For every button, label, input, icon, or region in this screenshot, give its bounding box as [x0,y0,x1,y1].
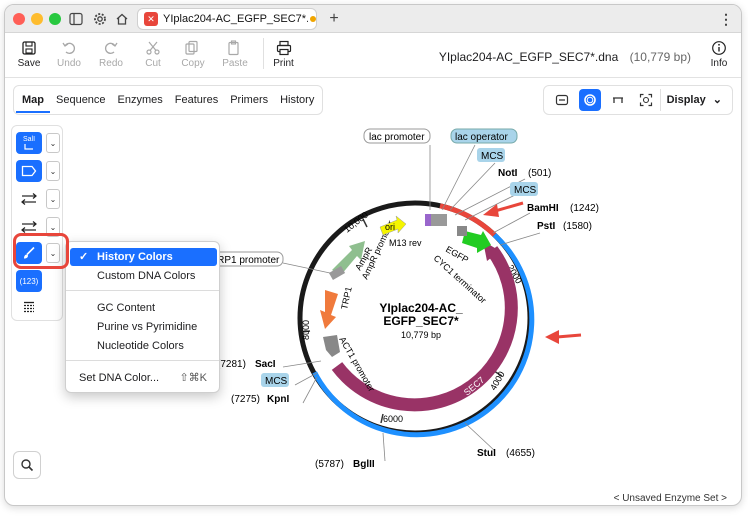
menu-item-nucleotide-colors[interactable]: Nucleotide Colors [70,337,217,355]
menu-item-gc-content[interactable]: GC Content [70,299,217,317]
menu-item-history-colors[interactable]: ✓ History Colors [70,248,217,266]
bglii-position: (5787) [315,459,344,470]
saci-label[interactable]: SacI [255,359,276,370]
annotation-arrow-right [545,330,582,344]
lac-operator-label: lac operator [455,132,508,143]
purine-pyrimidine-label: Purine vs Pyrimidine [97,321,198,333]
stui-position: (4655) [506,448,535,459]
set-dna-color-label: Set DNA Color... [79,372,160,384]
enzyme-set-status[interactable]: < Unsaved Enzyme Set > [614,493,727,504]
noti-position: (501) [528,168,551,179]
ori-label: ori [385,222,395,232]
tick-label-6000: 6000 [383,414,403,424]
menu-item-custom-dna-colors[interactable]: Custom DNA Colors [70,267,217,285]
menu-separator [66,290,219,291]
bamhi-position: (1242) [570,203,599,214]
custom-dna-colors-label: Custom DNA Colors [97,270,196,282]
bamhi-label[interactable]: BamHI [527,203,559,214]
trp1-label: TRP1 [339,286,354,311]
trp1-promoter-label: TRP1 promoter [211,255,280,266]
mcs-label-top: MCS [481,151,504,162]
lac-feature[interactable] [431,214,447,226]
noti-label[interactable]: NotI [498,168,518,179]
history-colors-label: History Colors [97,251,173,263]
mcs-label-mid: MCS [514,185,537,196]
app-window: ✕ YIplac204-AC_EGFP_SEC7*.dna + ⋮ Save U… [4,4,742,506]
nucleotide-colors-label: Nucleotide Colors [97,340,184,352]
lac-promoter-label: lac promoter [369,132,425,143]
mcs-label-left: MCS [265,376,288,387]
history-red-arc [439,203,497,237]
plasmid-name-line1: YIplac204-AC_ [379,301,463,315]
gc-content-label: GC Content [97,302,156,314]
act1-promoter-feature[interactable] [323,335,340,357]
menu-separator [66,360,219,361]
menu-item-purine-pyrimidine[interactable]: Purine vs Pyrimidine [70,318,217,336]
menu-item-set-dna-color[interactable]: Set DNA Color... ⇧⌘K [70,369,217,387]
plasmid-name-line2: EGFP_SEC7* [383,314,459,328]
plasmid-length: 10,779 bp [401,330,441,340]
kpni-position: (7275) [231,394,260,405]
saci-position: (7281) [217,359,246,370]
psti-label[interactable]: PstI [537,221,556,232]
dna-color-menu: ✓ History Colors Custom DNA Colors GC Co… [65,241,220,393]
m13-label: M13 rev [389,238,422,248]
tick-label-8000: 8000 [301,320,311,340]
bglii-label[interactable]: BglII [353,459,375,470]
stui-label[interactable]: StuI [477,448,496,459]
checkmark-icon: ✓ [79,251,89,263]
set-dna-color-shortcut: ⇧⌘K [179,372,207,384]
cyc1-feature[interactable] [457,226,467,236]
psti-position: (1580) [563,221,592,232]
annotation-arrow-top [483,201,524,217]
trp1-feature[interactable] [320,290,338,329]
tick-label-10000: 10,000 [342,210,370,235]
kpni-label[interactable]: KpnI [267,394,289,405]
